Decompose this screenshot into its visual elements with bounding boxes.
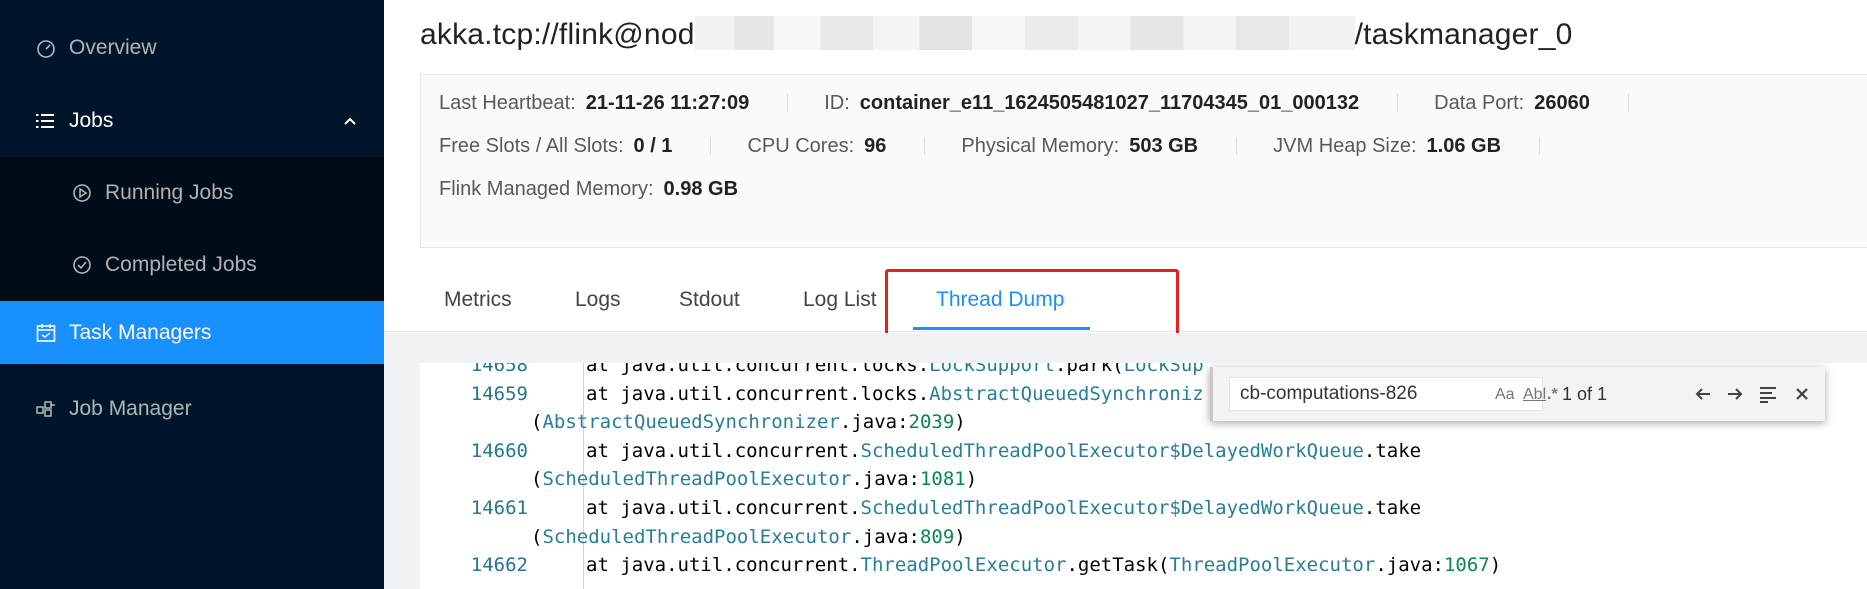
jvm-heap-value: 1.06 GB xyxy=(1426,134,1502,157)
free-slots-value: 0 / 1 xyxy=(633,134,673,157)
previous-match-button[interactable] xyxy=(1691,382,1715,406)
line-number: 14660 xyxy=(470,439,528,462)
selection-icon xyxy=(1760,387,1776,403)
whole-word-toggle[interactable]: Abl xyxy=(1523,386,1546,404)
physical-memory: Physical Memory: 503 GB xyxy=(961,135,1198,158)
container-id-label: ID: xyxy=(824,91,850,114)
cluster-icon xyxy=(35,398,57,420)
sidebar-item-label: Overview xyxy=(69,36,157,59)
code-line: at java.util.concurrent.locks.LockSuppor… xyxy=(586,363,1204,376)
code-line: at java.util.concurrent.ScheduledThreadP… xyxy=(586,439,1422,462)
close-find-button[interactable] xyxy=(1790,382,1814,406)
find-in-selection-button[interactable] xyxy=(1756,382,1780,406)
divider xyxy=(1627,94,1629,112)
check-circle-icon xyxy=(71,254,93,276)
last-heartbeat-value: 21-11-26 11:27:09 xyxy=(585,91,750,114)
sidebar-item-label: Job Manager xyxy=(69,397,192,420)
tab-metrics[interactable]: Metrics xyxy=(444,288,512,312)
last-heartbeat: Last Heartbeat: 21-11-26 11:27:09 xyxy=(439,92,749,115)
page-title: akka.tcp://flink@nod/taskmanager_0 xyxy=(420,16,1573,52)
line-number: 14662 xyxy=(470,554,528,577)
code-line: (AbstractQueuedSynchronizer.java:2039) xyxy=(531,411,966,434)
last-heartbeat-label: Last Heartbeat: xyxy=(439,91,576,114)
divider xyxy=(1236,137,1238,155)
divider xyxy=(787,94,789,112)
main-content: akka.tcp://flink@nod/taskmanager_0 Last … xyxy=(384,0,1867,589)
code-line: (ScheduledThreadPoolExecutor.java:809) xyxy=(531,525,966,548)
code-line: at java.util.concurrent.ThreadPoolExecut… xyxy=(586,554,1502,577)
jvm-heap-label: JVM Heap Size: xyxy=(1273,134,1417,157)
divider xyxy=(924,137,926,155)
match-count: 1 of 1 xyxy=(1562,384,1608,404)
container-id: ID: container_e11_1624505481027_11704345_… xyxy=(824,92,1359,115)
cpu-cores: CPU Cores: 96 xyxy=(747,135,886,158)
title-suffix: /taskmanager_0 xyxy=(1354,18,1573,51)
sidebar: Overview Jobs Running Jobs Completed Job… xyxy=(0,0,384,589)
container-id-value: container_e11_1624505481027_11704345_01_… xyxy=(859,91,1360,114)
sidebar-item-overview[interactable]: Overview xyxy=(0,12,384,84)
data-port-value: 26060 xyxy=(1534,91,1590,114)
sidebar-item-running-jobs[interactable]: Running Jobs xyxy=(0,157,384,229)
free-slots-label: Free Slots / All Slots: xyxy=(439,134,624,157)
flink-managed-memory: Flink Managed Memory: 0.98 GB xyxy=(439,178,738,201)
divider xyxy=(1539,137,1541,155)
title-prefix: akka.tcp://flink@nod xyxy=(420,18,695,51)
cpu-cores-value: 96 xyxy=(864,134,887,157)
tab-logs[interactable]: Logs xyxy=(575,288,621,312)
next-match-button[interactable] xyxy=(1723,382,1747,406)
play-circle-icon xyxy=(71,182,93,204)
line-number: 14658 xyxy=(470,363,528,376)
sidebar-item-label: Jobs xyxy=(69,109,114,132)
data-port: Data Port: 26060 xyxy=(1434,92,1590,115)
dashboard-icon xyxy=(35,37,57,59)
tab-stdout[interactable]: Stdout xyxy=(679,288,740,312)
redacted-hostname xyxy=(694,16,1355,50)
sidebar-item-completed-jobs[interactable]: Completed Jobs xyxy=(0,229,384,301)
cpu-cores-label: CPU Cores: xyxy=(747,134,855,157)
line-number: 14661 xyxy=(470,497,528,519)
schedule-icon xyxy=(35,322,57,344)
jvm-heap-size: JVM Heap Size: 1.06 GB xyxy=(1273,135,1501,158)
taskmanager-details: Last Heartbeat: 21-11-26 11:27:09 ID: cont… xyxy=(420,74,1867,248)
regex-toggle[interactable]: .* xyxy=(1547,386,1558,404)
flink-managed-memory-value: 0.98 GB xyxy=(663,177,739,200)
sidebar-item-jobs[interactable]: Jobs xyxy=(0,85,384,157)
physical-memory-label: Physical Memory: xyxy=(961,134,1120,157)
code-line: (ScheduledThreadPoolExecutor.java:1081) xyxy=(531,468,978,491)
find-widget: Aa Abl .* 1 of 1 xyxy=(1210,367,1825,421)
line-number: 14659 xyxy=(470,382,528,405)
sidebar-item-task-managers[interactable]: Task Managers xyxy=(0,301,384,364)
details-row-2: Free Slots / All Slots: 0 / 1 CPU Cores: 9… xyxy=(439,128,1576,164)
sidebar-item-label: Completed Jobs xyxy=(105,253,257,276)
details-row-3: Flink Managed Memory: 0.98 GB xyxy=(439,171,738,207)
code-line: at java.util.concurrent.locks.AbstractQu… xyxy=(586,382,1204,405)
tab-log-list[interactable]: Log List xyxy=(803,288,877,312)
code-line: at java.util.concurrent.ScheduledThreadP… xyxy=(586,497,1422,519)
arrow-left-icon xyxy=(1695,388,1710,400)
sidebar-item-label: Task Managers xyxy=(69,320,212,344)
sidebar-item-label: Running Jobs xyxy=(105,181,234,204)
divider xyxy=(710,137,712,155)
list-icon xyxy=(35,110,57,132)
chevron-up-icon xyxy=(342,111,358,135)
data-port-label: Data Port: xyxy=(1434,91,1525,114)
divider xyxy=(1397,94,1399,112)
free-slots: Free Slots / All Slots: 0 / 1 xyxy=(439,135,672,158)
details-row-1: Last Heartbeat: 21-11-26 11:27:09 ID: cont… xyxy=(439,85,1665,121)
flink-managed-memory-label: Flink Managed Memory: xyxy=(439,177,654,200)
close-icon xyxy=(1796,388,1808,400)
sidebar-item-job-manager[interactable]: Job Manager xyxy=(0,373,384,445)
arrow-right-icon xyxy=(1728,388,1743,400)
physical-memory-value: 503 GB xyxy=(1129,134,1199,157)
match-case-toggle[interactable]: Aa xyxy=(1495,386,1515,404)
